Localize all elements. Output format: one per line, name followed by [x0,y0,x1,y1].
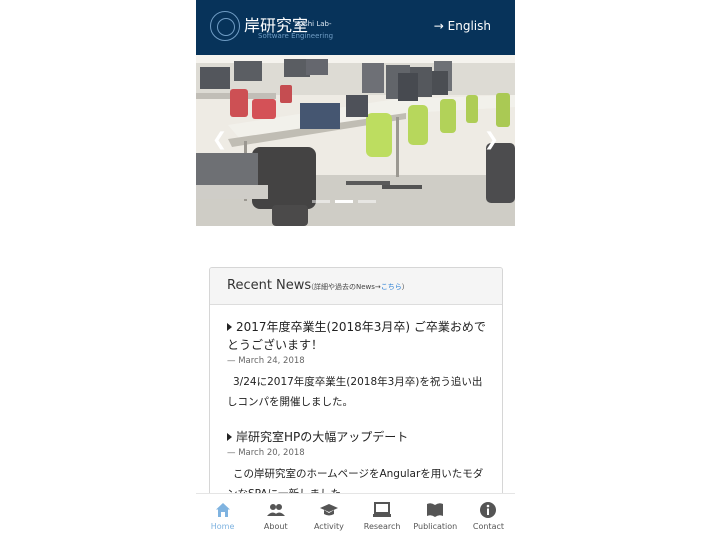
carousel-indicator-2[interactable] [335,200,353,203]
news-item-body: 3/24に2017年度卒業生(2018年3月卒)を祝う追い出しコンパを開催しまし… [227,376,483,408]
people-icon [266,504,285,516]
news-item: 2017年度卒業生(2018年3月卒) ご卒業おめでとうございます！ — Mar… [227,318,487,412]
laptop-icon [373,502,392,517]
news-item-date: — March 24, 2018 [227,356,305,366]
card-header: Recent News （詳細や過去のNews→こちら） [210,268,502,305]
news-note-suffix: ） [401,283,409,291]
nav-activity[interactable]: Activity [302,494,355,540]
bottom-nav: Home About Activity Research Publication… [196,493,515,540]
news-item-title[interactable]: 岸研究室HPの大幅アップデート [227,428,487,446]
carousel-prev-icon[interactable]: ❮ [212,129,227,150]
carousel-indicator-1[interactable] [312,200,330,203]
nav-activity-label: Activity [313,522,344,531]
nav-research-label: Research [363,522,401,531]
app-viewport: 岸研究室 -Kishi Lab- Software Engineering → … [196,0,515,540]
site-subtitle: -Kishi Lab- [295,20,332,28]
nav-contact[interactable]: Contact [462,494,515,540]
book-icon [427,503,444,517]
carousel-indicators [312,200,376,203]
home-icon [215,503,230,517]
news-heading: Recent News [227,278,312,293]
recent-news-card: Recent News （詳細や過去のNews→こちら） 2017年度卒業生(2… [209,267,503,529]
info-icon [480,502,497,518]
graduation-cap-icon [319,504,338,516]
carousel-indicator-3[interactable] [358,200,376,203]
news-note-prefix: （詳細や過去のNews→ [307,283,381,291]
nav-home-label: Home [210,522,235,531]
nav-publication[interactable]: Publication [409,494,462,540]
site-tagline: Software Engineering [258,32,334,40]
news-archive-link[interactable]: こちら [381,283,402,291]
nav-about[interactable]: About [249,494,302,540]
news-note: （詳細や過去のNews→こちら） [307,282,409,292]
nav-home[interactable]: Home [196,494,249,540]
carousel-next-icon[interactable]: ❯ [484,129,499,150]
caret-right-icon [227,433,232,441]
nav-about-label: About [263,522,288,531]
news-item-title[interactable]: 2017年度卒業生(2018年3月卒) ご卒業おめでとうございます！ [227,318,487,354]
english-link[interactable]: → English [434,19,491,33]
news-item-date: — March 20, 2018 [227,448,305,458]
nav-contact-label: Contact [472,522,504,531]
caret-right-icon [227,323,232,331]
news-item-title-text: 2017年度卒業生(2018年3月卒) ご卒業おめでとうございます！ [227,320,486,352]
site-header: 岸研究室 -Kishi Lab- Software Engineering → … [196,0,515,55]
nav-publication-label: Publication [413,522,458,531]
lab-logo-icon[interactable] [210,11,240,41]
nav-research[interactable]: Research [356,494,409,540]
news-item-title-text: 岸研究室HPの大幅アップデート [236,430,409,444]
photo-carousel[interactable]: ❮ ❯ [196,55,515,226]
